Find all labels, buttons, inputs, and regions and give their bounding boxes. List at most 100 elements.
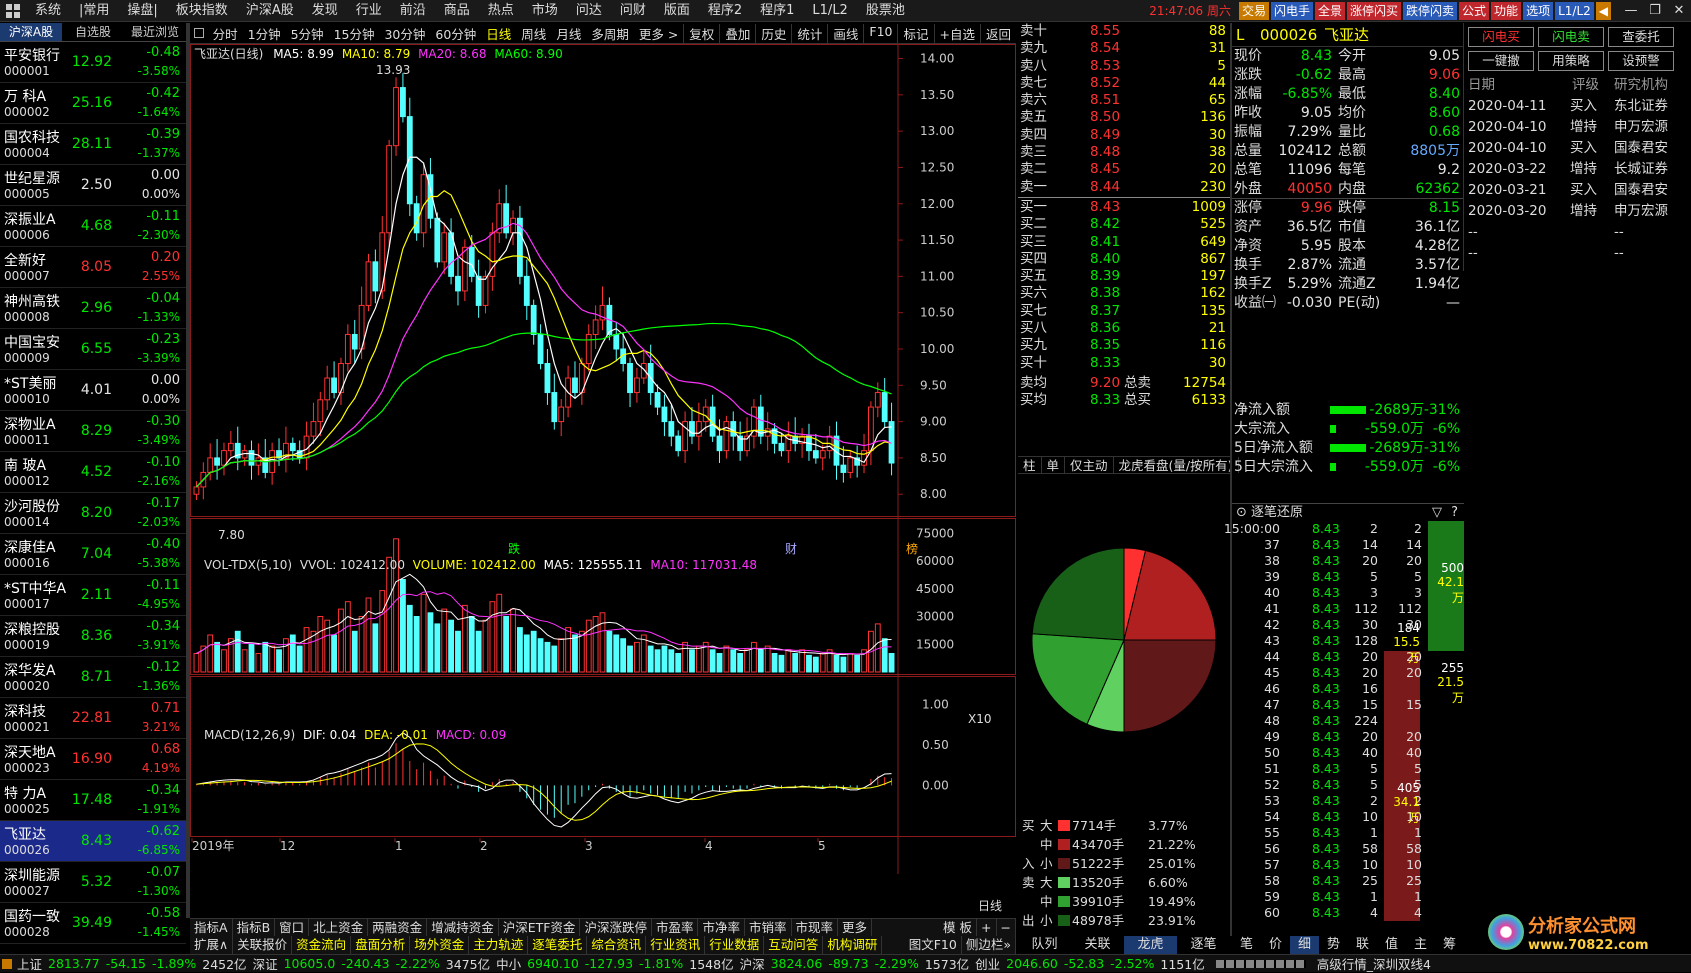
quote-view-tab[interactable]: 值 <box>1377 936 1406 954</box>
orderbook-view-tab[interactable]: 关联 <box>1071 936 1124 954</box>
quote-view-tab[interactable]: 细 <box>1290 936 1319 954</box>
sell-order-row[interactable]: 卖一 8.44 230 <box>1018 179 1230 196</box>
sell-order-row[interactable]: 卖二 8.45 20 <box>1018 161 1230 178</box>
index-name[interactable]: 中小 <box>493 954 524 973</box>
chart-tool-button[interactable]: 叠加 <box>719 23 755 43</box>
period-tab[interactable]: 15分钟 <box>329 24 380 43</box>
sell-order-row[interactable]: 卖五 8.50 136 <box>1018 109 1230 126</box>
toolbar-button[interactable]: 交易 <box>1238 1 1269 20</box>
buy-order-row[interactable]: 买一 8.43 1009 <box>1018 199 1230 216</box>
toolbar-button[interactable]: 跌停闪卖 <box>1403 1 1458 20</box>
indicator-tab[interactable]: 沪深涨跌停 <box>580 919 652 936</box>
buy-order-row[interactable]: 买九 8.35 116 <box>1018 337 1230 354</box>
extension-tab[interactable]: 综合资讯 <box>587 936 647 954</box>
toolbar-button[interactable]: 选项 <box>1523 1 1554 20</box>
indicator-tab[interactable]: 增减持资金 <box>427 919 499 936</box>
period-tab[interactable]: 分时 <box>208 24 243 43</box>
extension-tab[interactable]: 机构调研 <box>823 936 883 954</box>
filter-icon[interactable]: ▽ <box>1432 504 1442 522</box>
index-name[interactable]: 深证 <box>250 954 281 973</box>
trade-button[interactable]: 用策略 <box>1538 51 1604 71</box>
orderbook-tab[interactable]: 柱 <box>1018 457 1042 473</box>
extension-tab[interactable]: 扩展∧ <box>190 936 234 954</box>
extension-tab[interactable]: 行业资讯 <box>646 936 706 954</box>
orderbook-view-tab[interactable]: 队列 <box>1018 936 1071 954</box>
quote-view-tab[interactable]: 价 <box>1261 936 1290 954</box>
menu-item[interactable]: 前沿 <box>391 0 435 22</box>
toolbar-button[interactable]: 闪电手 <box>1270 1 1313 20</box>
menu-item[interactable]: 发现 <box>303 0 347 22</box>
stock-row[interactable]: 世纪星源 000005 2.50 0.00 0.00% <box>0 165 186 206</box>
trade-button[interactable]: 一键撤 <box>1468 51 1534 71</box>
menu-item[interactable]: 股票池 <box>857 0 914 22</box>
sidebar-toggle[interactable]: 侧边栏» <box>962 936 1016 954</box>
trade-button[interactable]: 闪电卖 <box>1538 27 1604 47</box>
menu-item[interactable]: 系统 <box>26 0 70 22</box>
extension-tab[interactable]: 主力轨迹 <box>469 936 529 954</box>
stock-row[interactable]: 深粮控股 000019 8.36 -0.34 -3.91% <box>0 616 186 657</box>
menu-item[interactable]: 程序1 <box>751 0 803 22</box>
stock-row[interactable]: 深振业A 000006 4.68 -0.11 -2.30% <box>0 206 186 247</box>
toolbar-button[interactable]: 功能 <box>1491 1 1522 20</box>
sell-order-row[interactable]: 卖九 8.54 31 <box>1018 40 1230 57</box>
sell-order-row[interactable]: 卖八 8.53 5 <box>1018 58 1230 75</box>
sell-order-row[interactable]: 卖三 8.48 38 <box>1018 144 1230 161</box>
period-tab[interactable]: 1分钟 <box>243 24 286 43</box>
stock-row[interactable]: 平安银行 000001 12.92 -0.48 -3.58% <box>0 42 186 83</box>
menu-item[interactable]: 操盘| <box>118 0 166 22</box>
chart-tool-button[interactable]: 画线 <box>827 23 863 43</box>
chart-tool-button[interactable]: F10 <box>863 23 897 43</box>
orderbook-view-tab[interactable]: 逐笔 <box>1177 936 1230 954</box>
menu-item[interactable]: 板块指数 <box>167 0 237 22</box>
trade-button[interactable]: 查委托 <box>1608 27 1674 47</box>
menu-item[interactable]: L1/L2 <box>803 0 856 22</box>
help-icon[interactable]: ? <box>1451 504 1458 522</box>
period-tab[interactable]: 60分钟 <box>430 24 481 43</box>
menu-item[interactable]: 问财 <box>611 0 655 22</box>
toolbar-button[interactable]: ◀ <box>1595 1 1611 20</box>
trade-button[interactable]: 闪电买 <box>1468 27 1534 47</box>
extension-tab[interactable]: 逐笔委托 <box>528 936 588 954</box>
extension-tab[interactable]: 关联报价 <box>233 936 293 954</box>
restore-icon[interactable]: ❐ <box>1643 3 1667 18</box>
extension-tab[interactable]: 资金流向 <box>292 936 352 954</box>
quote-view-tab[interactable]: 笔 <box>1232 936 1261 954</box>
toolbar-button[interactable]: L1/L2 <box>1555 1 1594 20</box>
stock-row[interactable]: 深华发A 000020 8.71 -0.12 -1.36% <box>0 657 186 698</box>
stock-row[interactable]: 万 科A 000002 25.16 -0.42 -1.64% <box>0 83 186 124</box>
index-name[interactable]: 创业 <box>972 954 1003 973</box>
toolbar-button[interactable]: 公式 <box>1459 1 1490 20</box>
research-row[interactable]: 2020-04-11 买入 东北证券 <box>1464 96 1691 117</box>
toggle-icon[interactable] <box>194 28 204 38</box>
menu-item[interactable]: 沪深A股 <box>237 0 303 22</box>
indicator-tab[interactable]: 市盈率 <box>652 919 699 936</box>
sell-order-row[interactable]: 卖七 8.52 44 <box>1018 75 1230 92</box>
chart-tool-button[interactable]: 复权 <box>683 23 719 43</box>
menu-item[interactable]: 版面 <box>655 0 699 22</box>
orderbook-tab[interactable]: 仅主动 <box>1065 457 1114 473</box>
stock-row[interactable]: 全新好 000007 8.05 0.20 2.55% <box>0 247 186 288</box>
period-tab[interactable]: 日线 <box>481 24 516 43</box>
close-icon[interactable]: ✕ <box>1667 3 1691 18</box>
research-row[interactable]: 2020-03-21 买入 国泰君安 <box>1464 180 1691 201</box>
quote-view-tab[interactable]: 主 <box>1406 936 1435 954</box>
period-tab[interactable]: 更多 > <box>634 24 683 43</box>
stock-list-tab[interactable]: 最近浏览 <box>124 23 186 41</box>
orderbook-tab[interactable]: 单 <box>1042 457 1066 473</box>
stock-row[interactable]: 飞亚达 000026 8.43 -0.62 -6.85% <box>0 821 186 862</box>
chart-tool-button[interactable]: +自选 <box>933 23 980 43</box>
menu-item[interactable]: 行业 <box>347 0 391 22</box>
quote-view-tab[interactable]: 势 <box>1319 936 1348 954</box>
stock-row[interactable]: *ST中华A 000017 2.11 -0.11 -4.95% <box>0 575 186 616</box>
collapse-icon[interactable]: ⊙ <box>1236 505 1247 520</box>
buy-order-row[interactable]: 买四 8.40 867 <box>1018 251 1230 268</box>
period-tab[interactable]: 5分钟 <box>286 24 329 43</box>
menu-item[interactable]: 热点 <box>479 0 523 22</box>
sell-order-row[interactable]: 卖十 8.55 88 <box>1018 23 1230 40</box>
quote-view-tab[interactable]: 筹 <box>1435 936 1464 954</box>
research-row[interactable]: -- -- <box>1464 243 1691 264</box>
period-tab[interactable]: 30分钟 <box>379 24 430 43</box>
extension-tab[interactable]: 行业数据 <box>705 936 765 954</box>
indicator-tab[interactable]: 北上资金 <box>309 919 369 936</box>
menu-item[interactable]: 问达 <box>567 0 611 22</box>
